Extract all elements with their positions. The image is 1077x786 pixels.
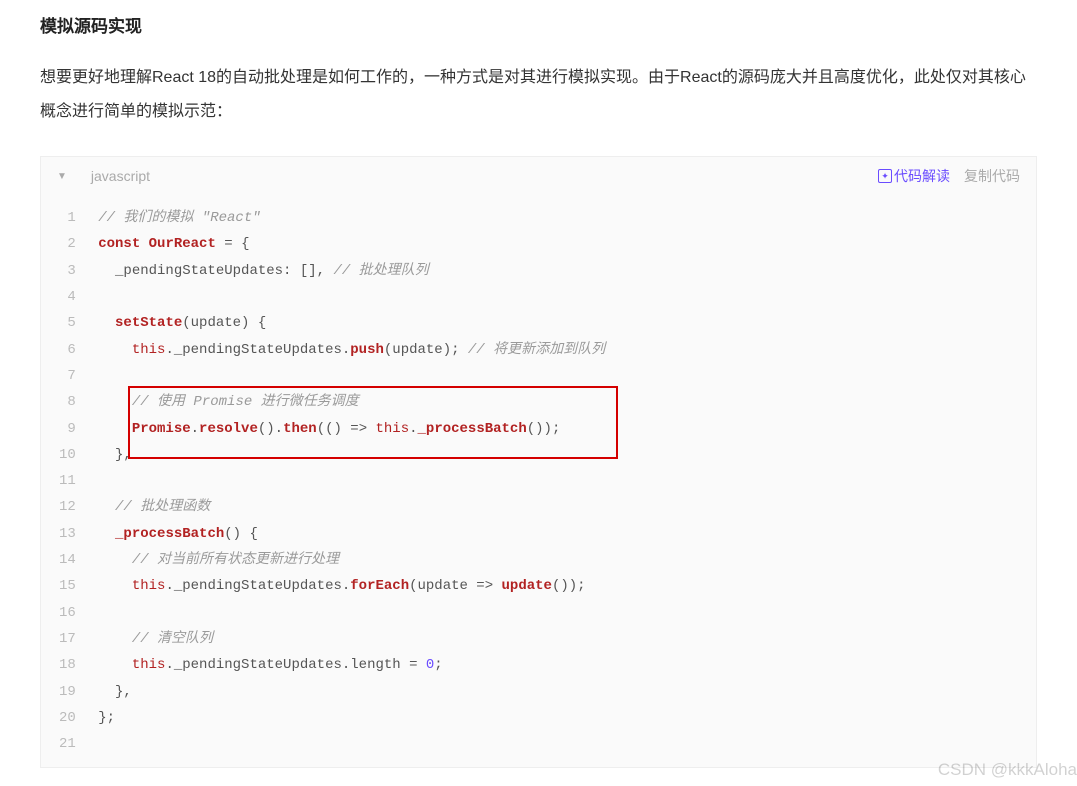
line-number: 20: [59, 705, 76, 731]
code-line: },: [90, 442, 1036, 468]
line-number: 15: [59, 573, 76, 599]
line-number: 5: [59, 310, 76, 336]
code-line: [90, 600, 1036, 626]
line-number: 21: [59, 731, 76, 757]
code-line: this._pendingStateUpdates.forEach(update…: [90, 573, 1036, 599]
line-number: 8: [59, 389, 76, 415]
code-block: ▼ javascript ✦ 代码解读 复制代码 123456789101112…: [40, 156, 1037, 768]
line-number: 7: [59, 363, 76, 389]
explain-label: 代码解读: [894, 166, 950, 186]
code-line: [90, 468, 1036, 494]
line-number: 16: [59, 600, 76, 626]
code-line: // 我们的模拟 "React": [90, 205, 1036, 231]
code-line: Promise.resolve().then(() => this._proce…: [90, 416, 1036, 442]
code-line: const OurReact = {: [90, 231, 1036, 257]
intro-paragraph: 想要更好地理解React 18的自动批处理是如何工作的，一种方式是对其进行模拟实…: [40, 61, 1037, 128]
copy-code-button[interactable]: 复制代码: [964, 166, 1020, 186]
code-body: 123456789101112131415161718192021 // 我们的…: [41, 195, 1036, 767]
line-number: 17: [59, 626, 76, 652]
language-label: javascript: [91, 168, 150, 184]
code-line: // 清空队列: [90, 626, 1036, 652]
section-title: 模拟源码实现: [40, 12, 1037, 37]
code-line: [90, 731, 1036, 757]
collapse-icon[interactable]: ▼: [57, 171, 67, 182]
line-number: 13: [59, 521, 76, 547]
line-number: 6: [59, 337, 76, 363]
code-line: this._pendingStateUpdates.length = 0;: [90, 652, 1036, 678]
code-line: this._pendingStateUpdates.push(update); …: [90, 337, 1036, 363]
line-number: 1: [59, 205, 76, 231]
code-line: // 使用 Promise 进行微任务调度: [90, 389, 1036, 415]
line-number: 14: [59, 547, 76, 573]
code-line: };: [90, 705, 1036, 731]
code-header-actions: ✦ 代码解读 复制代码: [878, 166, 1020, 186]
ai-icon: ✦: [878, 169, 892, 183]
line-number: 4: [59, 284, 76, 310]
line-number: 2: [59, 231, 76, 257]
line-number: 10: [59, 442, 76, 468]
line-numbers: 123456789101112131415161718192021: [41, 205, 90, 757]
line-number: 12: [59, 494, 76, 520]
explain-code-button[interactable]: ✦ 代码解读: [878, 166, 950, 186]
code-header: ▼ javascript ✦ 代码解读 复制代码: [41, 157, 1036, 195]
code-line: // 对当前所有状态更新进行处理: [90, 547, 1036, 573]
line-number: 18: [59, 652, 76, 678]
code-content[interactable]: // 我们的模拟 "React" const OurReact = { _pen…: [90, 205, 1036, 757]
article: 模拟源码实现 想要更好地理解React 18的自动批处理是如何工作的，一种方式是…: [0, 12, 1077, 768]
code-line: },: [90, 679, 1036, 705]
line-number: 11: [59, 468, 76, 494]
code-line: // 批处理函数: [90, 494, 1036, 520]
code-line: [90, 284, 1036, 310]
line-number: 19: [59, 679, 76, 705]
code-line: _processBatch() {: [90, 521, 1036, 547]
code-line: setState(update) {: [90, 310, 1036, 336]
code-line: _pendingStateUpdates: [], // 批处理队列: [90, 258, 1036, 284]
line-number: 9: [59, 416, 76, 442]
code-line: [90, 363, 1036, 389]
line-number: 3: [59, 258, 76, 284]
